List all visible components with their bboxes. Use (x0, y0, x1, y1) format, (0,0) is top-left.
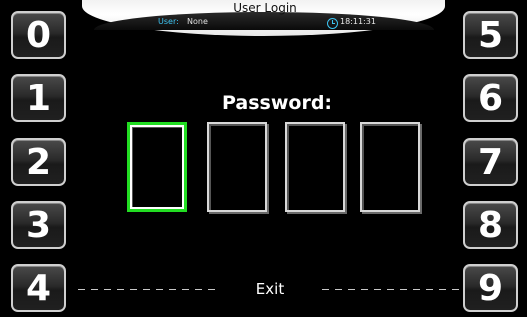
login-screen: User Login User: None 18:11:31 0 1 2 3 4… (0, 0, 527, 317)
exit-divider-right (322, 289, 462, 290)
exit-divider-left (78, 289, 218, 290)
password-label: Password: (222, 92, 333, 114)
key-4[interactable]: 4 (11, 264, 66, 312)
user-label: User: (158, 17, 179, 26)
key-0[interactable]: 0 (11, 11, 66, 59)
key-8[interactable]: 8 (463, 201, 518, 249)
key-1[interactable]: 1 (11, 74, 66, 122)
clock-icon (327, 18, 338, 29)
key-9[interactable]: 9 (463, 264, 518, 312)
key-2[interactable]: 2 (11, 138, 66, 186)
pin-digit-box-1[interactable] (127, 122, 187, 212)
exit-button[interactable]: Exit (240, 280, 300, 298)
pin-digit-box-2[interactable] (207, 122, 267, 212)
clock-time: 18:11:31 (340, 17, 376, 26)
page-title: User Login (233, 1, 297, 15)
user-value: None (187, 17, 208, 26)
pin-digit-box-4[interactable] (360, 122, 420, 212)
key-5[interactable]: 5 (463, 11, 518, 59)
pin-digit-box-3[interactable] (285, 122, 345, 212)
key-6[interactable]: 6 (463, 74, 518, 122)
key-7[interactable]: 7 (463, 138, 518, 186)
key-3[interactable]: 3 (11, 201, 66, 249)
